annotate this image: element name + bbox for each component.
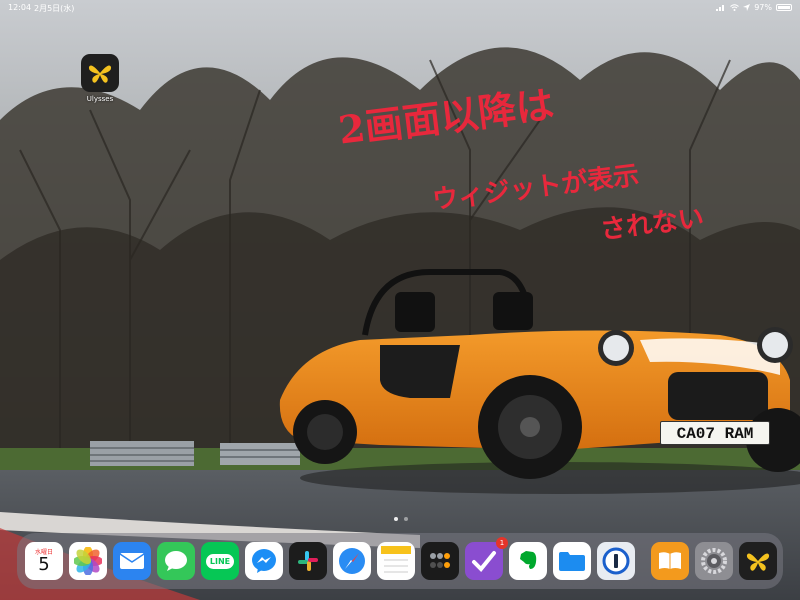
cellular-signal-icon (716, 5, 725, 11)
location-icon (743, 4, 751, 11)
photos-icon (74, 547, 102, 575)
dock: 水曜日 5 LINE 1 (17, 533, 783, 589)
page-dot-2[interactable] (404, 517, 408, 521)
dock-app-safari[interactable] (333, 542, 371, 580)
calendar-day: 5 (38, 553, 50, 575)
dock-app-messages[interactable] (157, 542, 195, 580)
dock-app-calculator[interactable] (421, 542, 459, 580)
messenger-icon (252, 549, 276, 573)
status-indicators: 97% (716, 3, 792, 12)
keyhole-icon (602, 547, 630, 575)
slack-icon (298, 551, 318, 571)
status-time: 12:04 (8, 3, 32, 12)
checkmark-icon (472, 551, 496, 572)
app-label: Ulysses (86, 95, 114, 103)
dock-app-ulysses[interactable] (739, 542, 777, 580)
line-icon: LINE (205, 553, 235, 569)
dock-app-notes[interactable] (377, 542, 415, 580)
mail-icon (119, 553, 145, 569)
battery-icon (776, 4, 792, 11)
gear-icon (701, 548, 727, 574)
wifi-icon (730, 4, 740, 11)
page-dot-1[interactable] (394, 517, 398, 521)
folder-icon (559, 552, 585, 571)
dock-app-slack[interactable] (289, 542, 327, 580)
butterfly-icon (81, 54, 119, 92)
battery-level (778, 6, 790, 9)
wallpaper (0, 0, 800, 600)
dock-app-calendar[interactable]: 水曜日 5 (25, 542, 63, 580)
dock-app-omnifocus[interactable]: 1 (465, 537, 508, 580)
dock-app-evernote[interactable] (509, 542, 547, 580)
battery-percent: 97% (754, 3, 772, 12)
dock-app-photos[interactable] (69, 542, 107, 580)
dock-app-line[interactable]: LINE (201, 542, 239, 580)
dock-app-messenger[interactable] (245, 542, 283, 580)
book-icon (659, 552, 681, 569)
dock-app-files[interactable] (553, 542, 591, 580)
page-indicator[interactable] (394, 517, 408, 521)
status-bar: 12:04 2月5日(水) 97% (0, 0, 800, 14)
message-bubble-icon (165, 551, 187, 571)
notes-icon (381, 546, 411, 573)
status-date: 2月5日(水) (34, 4, 75, 13)
home-app-ulysses[interactable]: Ulysses (80, 54, 120, 103)
butterfly-icon (746, 553, 770, 571)
elephant-icon (520, 551, 537, 569)
dock-app-1password[interactable] (597, 542, 635, 580)
dock-app-books[interactable] (651, 542, 689, 580)
dock-app-mail[interactable] (113, 542, 151, 580)
license-plate: CA07 RAM (660, 421, 770, 445)
dock-app-settings[interactable] (695, 542, 733, 580)
notification-badge: 1 (496, 537, 508, 549)
compass-icon (339, 548, 365, 574)
calculator-icon (430, 553, 450, 568)
